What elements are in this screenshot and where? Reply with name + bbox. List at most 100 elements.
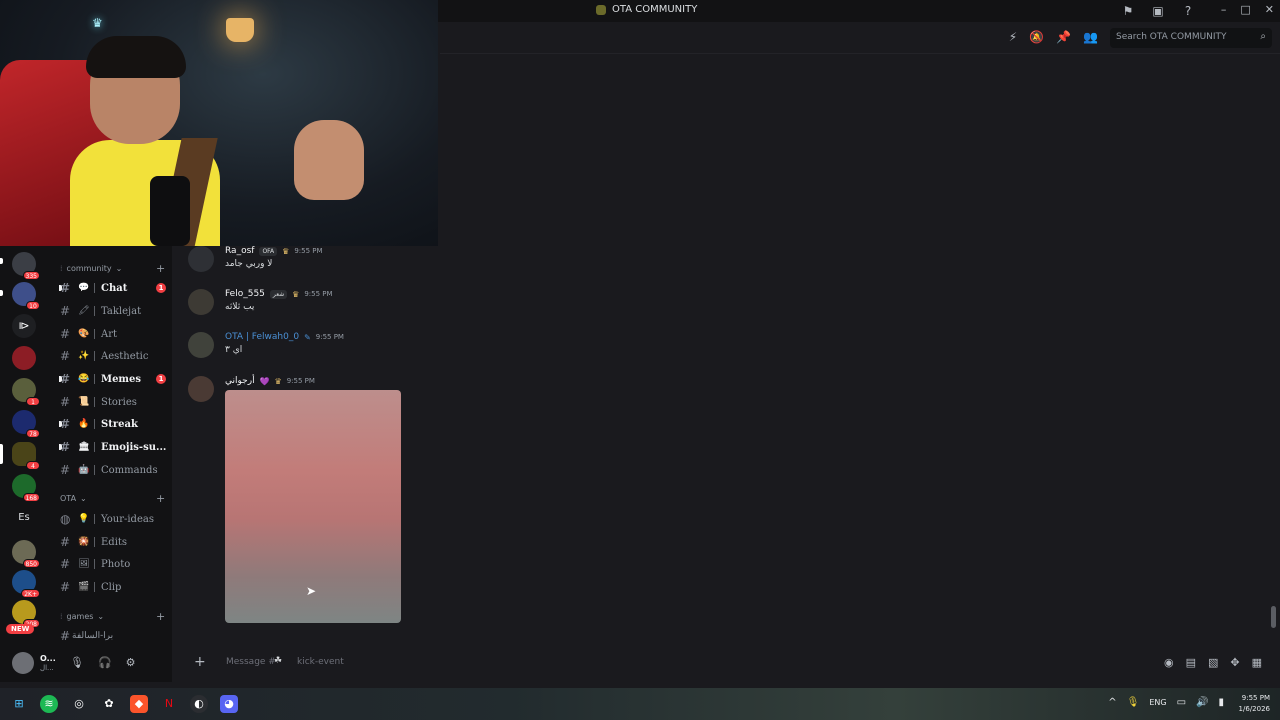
channel-art[interactable]: # 🎨 Art [60, 324, 172, 344]
unread-indicator [59, 444, 62, 450]
microphone-icon[interactable]: 🎙 [1127, 697, 1140, 708]
channel-name: Clip [101, 581, 122, 593]
members-icon[interactable]: 👥 [1083, 30, 1098, 44]
sticker-icon[interactable]: ▧ [1208, 656, 1218, 669]
server-icon-3[interactable]: ⧐ [12, 314, 36, 338]
server-badge: 78 [26, 429, 40, 438]
microphone-icon[interactable]: 🎙 [70, 656, 84, 669]
chatgpt-icon[interactable]: ✿ [100, 695, 118, 713]
settings-gear-icon[interactable]: ⚙ [126, 656, 136, 669]
hair [86, 36, 186, 78]
server-badge: 850 [22, 559, 40, 568]
notifications-muted-icon[interactable]: 🔕 [1029, 30, 1044, 44]
pin-icon[interactable]: 📌 [1056, 30, 1071, 44]
minimize-icon[interactable]: – [1221, 3, 1227, 16]
server-icon-8[interactable]: 168 [12, 474, 40, 502]
brave-icon[interactable]: ◆ [130, 695, 148, 713]
channel-list: ⁞ community ⌄ + # 💬 Chat 1 # 🖍 Taklejat … [48, 246, 172, 646]
spotify-icon[interactable]: ≋ [40, 695, 58, 713]
server-icon-12[interactable]: 208 [12, 600, 40, 628]
channel-name: Aesthetic [101, 350, 149, 362]
channel-name: Emojis-su... [101, 441, 167, 453]
add-attachment-icon[interactable]: + [194, 654, 206, 670]
apps-icon[interactable]: ✥ [1230, 656, 1239, 669]
windows-start-icon[interactable]: ⊞ [10, 695, 28, 713]
author-name[interactable]: أرجواني [225, 376, 255, 386]
category-games[interactable]: ⁞ games ⌄ + [60, 610, 165, 623]
channel-chat[interactable]: # 💬 Chat 1 [59, 278, 172, 298]
channel-emoji: 🏛 [78, 442, 90, 452]
channel-name: Art [101, 328, 118, 340]
server-badge: 168 [22, 493, 40, 502]
channel-memes[interactable]: # 😂 Memes 1 [59, 369, 172, 389]
channel-taklejat[interactable]: # 🖍 Taklejat [60, 301, 172, 321]
language-indicator[interactable]: ENG [1149, 698, 1166, 707]
hash-icon: # [60, 327, 71, 341]
gif-icon[interactable]: ▤ [1186, 656, 1196, 669]
avatar[interactable] [188, 289, 214, 315]
author-name[interactable]: Ra_osf [225, 246, 254, 256]
server-icon-2[interactable]: 10 [12, 282, 40, 310]
avatar[interactable] [188, 376, 214, 402]
volume-icon[interactable]: 🔊 [1196, 697, 1208, 708]
lamp [226, 18, 254, 42]
channel-clip[interactable]: # 🎬 Clip [60, 577, 172, 597]
avatar[interactable] [188, 332, 214, 358]
add-channel-icon[interactable]: + [156, 492, 165, 505]
unread-indicator [59, 285, 62, 291]
battery-icon[interactable]: ▮ [1218, 697, 1224, 708]
clover-icon: ☘ [274, 656, 283, 666]
channel-emojis-suggestions[interactable]: # 🏛 Emojis-su... [59, 437, 172, 457]
timestamp: 9:55 PM [294, 247, 323, 255]
channel-streak[interactable]: # 🔥 Streak [59, 414, 172, 434]
server-icon-ota[interactable]: 4 [12, 442, 40, 470]
add-channel-icon[interactable]: + [156, 262, 165, 275]
server-icon-5[interactable]: 1 [12, 378, 40, 406]
server-icon-11[interactable]: 2K+ [12, 570, 40, 598]
gift-icon[interactable]: ◉ [1164, 656, 1174, 669]
search-input[interactable]: Search OTA COMMUNITY ⌕ [1110, 28, 1272, 48]
maximize-icon[interactable]: □ [1240, 3, 1250, 16]
add-channel-icon[interactable]: + [156, 610, 165, 623]
channel-edits[interactable]: # 🎇 Edits [60, 532, 172, 552]
mention-badge: 1 [156, 283, 166, 293]
discord-icon[interactable]: ◕ [220, 695, 238, 713]
avatar[interactable] [12, 652, 34, 674]
category-ota[interactable]: OTA ⌄ + [60, 492, 165, 505]
message-composer[interactable]: + Message # ☘ kick-event ◉ ▤ ▧ ✥ ▦ [186, 650, 1272, 676]
author-name[interactable]: OTA | Felwah0_0 [225, 332, 299, 342]
app-icon[interactable]: ◐ [190, 695, 208, 713]
channel-your-ideas[interactable]: ◍ 💡 Your-ideas [60, 509, 172, 529]
server-icon-1[interactable]: 335 [12, 252, 40, 280]
display-icon[interactable]: ▭ [1177, 697, 1186, 708]
category-community[interactable]: ⁞ community ⌄ + [60, 262, 165, 275]
channel-aesthetic[interactable]: # ✨ Aesthetic [60, 346, 172, 366]
server-icon-4[interactable] [12, 346, 36, 370]
channel-stories[interactable]: # 📜 Stories [60, 392, 172, 412]
help-icon[interactable]: ? [1180, 3, 1196, 19]
clock[interactable]: 9:55 PM 1/6/2026 [1239, 693, 1270, 715]
message-header: Ra_osf OFA ♛ 9:55 PM [225, 246, 323, 256]
server-icon-10[interactable]: 850 [12, 540, 40, 568]
divider [94, 374, 95, 384]
channel-games-first[interactable]: # برا-السالفة [60, 626, 172, 646]
chevron-up-icon[interactable]: ^ [1108, 697, 1116, 708]
close-icon[interactable]: ✕ [1265, 3, 1274, 16]
author-name[interactable]: Felo_555 [225, 289, 265, 299]
headphones-icon[interactable]: 🎧 [98, 656, 112, 669]
composer-channel: kick-event [297, 657, 344, 667]
scrollbar[interactable] [1271, 606, 1276, 628]
inbox-icon[interactable]: ▣ [1150, 3, 1166, 19]
avatar[interactable] [188, 246, 214, 272]
server-icon-es[interactable]: Es [12, 506, 36, 530]
divider [94, 442, 95, 452]
server-icon-6[interactable]: 78 [12, 410, 40, 438]
threads-icon[interactable]: ⚡ [1009, 30, 1017, 44]
obs-icon[interactable]: ◎ [70, 695, 88, 713]
netflix-icon[interactable]: N [160, 695, 178, 713]
channel-commands[interactable]: # 🤖 Commands [60, 460, 172, 480]
shop-icon[interactable]: ▦ [1252, 656, 1262, 669]
flag-icon[interactable]: ⚑ [1120, 3, 1136, 19]
user-panel: O... ال... 🎙 🎧 ⚙ [0, 646, 172, 682]
channel-photo[interactable]: # 🖼 Photo [60, 554, 172, 574]
